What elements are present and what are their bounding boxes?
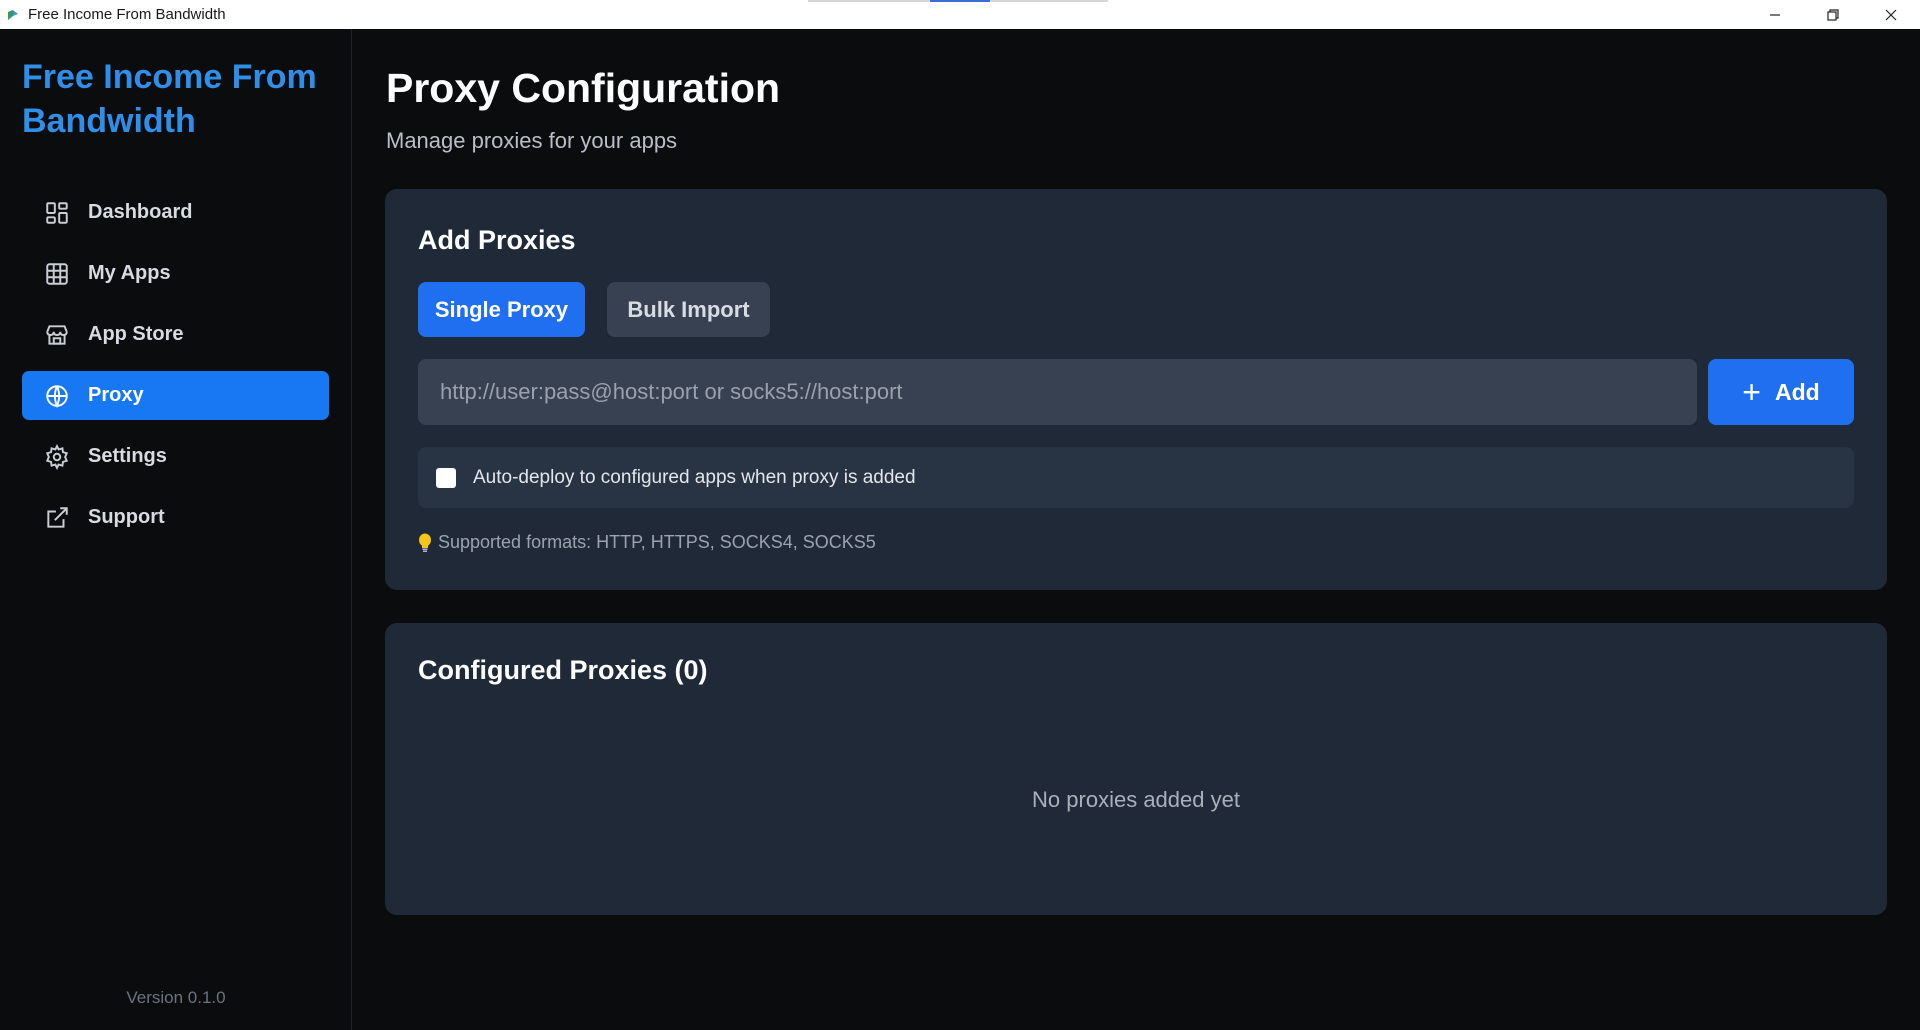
autodeploy-row: Auto-deploy to configured apps when prox…: [418, 447, 1854, 508]
titlebar-active-indicator: [930, 0, 990, 2]
add-button-label: Add: [1774, 378, 1820, 405]
sidebar-item-label: Proxy: [88, 384, 144, 406]
sidebar: Free Income From Bandwidth Dashboard My …: [0, 29, 352, 1030]
configured-proxies-card: Configured Proxies (0) No proxies added …: [385, 623, 1887, 915]
close-icon: [1885, 9, 1897, 20]
add-proxies-title: Add Proxies: [418, 225, 576, 255]
autodeploy-checkbox[interactable]: [436, 467, 456, 488]
minimize-icon: [1770, 13, 1780, 16]
brand-title: Free Income From Bandwidth: [22, 58, 317, 140]
external-link-icon: [47, 506, 68, 528]
hint-text: Supported formats: HTTP, HTTPS, SOCKS4, …: [438, 532, 876, 552]
sidebar-item-my-apps[interactable]: My Apps: [22, 249, 329, 298]
proxy-url-input[interactable]: [418, 359, 1697, 425]
restore-icon: [1827, 8, 1839, 21]
add-proxies-card: Add Proxies Single Proxy Bulk Import + A…: [385, 189, 1887, 590]
close-button[interactable]: [1862, 0, 1920, 29]
window-title: Free Income From Bandwidth: [28, 6, 226, 23]
configured-proxies-title: Configured Proxies (0): [418, 655, 708, 685]
window-controls: [1746, 0, 1920, 29]
tab-single-proxy[interactable]: Single Proxy: [418, 282, 585, 337]
minimize-button[interactable]: [1746, 0, 1804, 29]
page-subtitle: Manage proxies for your apps: [386, 128, 678, 153]
sidebar-item-label: Support: [88, 506, 165, 528]
page-title: Proxy Configuration: [386, 65, 781, 111]
main-content: Proxy Configuration Manage proxies for y…: [353, 29, 1920, 1030]
sidebar-item-dashboard[interactable]: Dashboard: [22, 188, 329, 237]
store-icon: [46, 324, 68, 345]
globe-icon: [46, 384, 68, 408]
grid-icon: [46, 262, 68, 285]
window-titlebar: Free Income From Bandwidth: [0, 0, 1920, 29]
sidebar-item-label: App Store: [88, 323, 184, 345]
sidebar-item-label: Settings: [88, 445, 167, 467]
gear-icon: [45, 443, 69, 470]
empty-state-message: No proxies added yet: [1032, 787, 1240, 812]
plus-icon: +: [1742, 374, 1761, 410]
lightbulb-icon: [419, 533, 431, 552]
sidebar-nav: Dashboard My Apps App Store Proxy Settin…: [22, 188, 329, 554]
sidebar-item-proxy[interactable]: Proxy: [22, 371, 329, 420]
supported-formats-hint: Supported formats: HTTP, HTTPS, SOCKS4, …: [418, 532, 876, 553]
tab-bulk-import[interactable]: Bulk Import: [607, 282, 770, 337]
app-logo-icon: [8, 9, 18, 20]
dashboard-icon: [46, 201, 68, 224]
sidebar-item-settings[interactable]: Settings: [22, 432, 329, 481]
restore-button[interactable]: [1804, 0, 1862, 29]
sidebar-item-label: Dashboard: [88, 201, 193, 223]
version-label: Version 0.1.0: [126, 988, 226, 1007]
sidebar-item-label: My Apps: [88, 262, 171, 284]
autodeploy-label[interactable]: Auto-deploy to configured apps when prox…: [473, 467, 916, 489]
sidebar-item-app-store[interactable]: App Store: [22, 310, 329, 359]
sidebar-item-support[interactable]: Support: [22, 493, 329, 542]
add-proxy-button[interactable]: + Add: [1708, 359, 1854, 425]
